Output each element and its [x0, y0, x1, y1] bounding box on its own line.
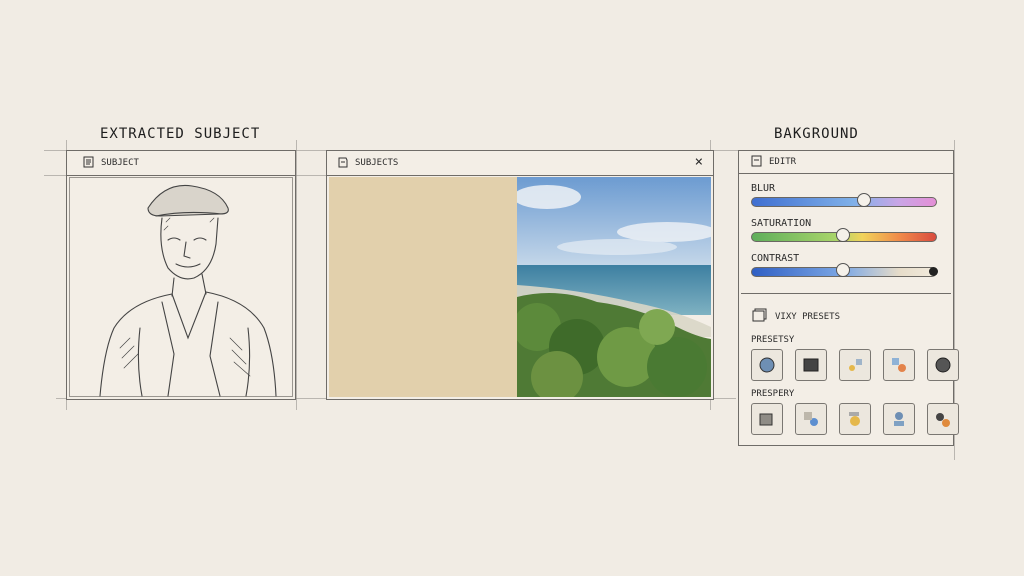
blur-slider-knob[interactable] [857, 193, 871, 207]
preset-tile[interactable] [927, 349, 959, 381]
editor-header: EDITR [739, 151, 953, 174]
preset-tile[interactable] [839, 403, 871, 435]
preset-row-1 [751, 349, 959, 381]
preview-tab-label: SUBJECTS [355, 158, 399, 168]
preset-tile[interactable] [883, 349, 915, 381]
preset-tile[interactable] [751, 349, 783, 381]
document-icon [337, 156, 349, 171]
preset-tile[interactable] [927, 403, 959, 435]
background-photo [517, 177, 711, 397]
contrast-end-dot [929, 267, 938, 276]
preview-tab[interactable]: SUBJECTS × [327, 151, 713, 176]
preset-tile[interactable] [795, 349, 827, 381]
contrast-slider-knob[interactable] [836, 263, 850, 277]
preset-group-1-label: PRESETSY [751, 335, 795, 345]
background-panel: EDITR BLUR SATURATION CONTRAST VIXY PRES… [738, 150, 959, 446]
saturation-slider-knob[interactable] [836, 228, 850, 242]
editor-header-label: EDITR [769, 157, 797, 167]
contrast-label: CONTRAST [751, 253, 800, 264]
document-icon [83, 156, 95, 171]
saturation-label: SATURATION [751, 218, 812, 229]
preset-tile[interactable] [795, 403, 827, 435]
presets-header: VIXY PRESETS [751, 307, 840, 326]
close-icon[interactable]: × [695, 154, 703, 170]
saturation-slider[interactable] [751, 228, 937, 242]
preset-row-2 [751, 403, 959, 435]
extracted-subject-title: EXTRACTED SUBJECT [100, 126, 261, 142]
preset-tile[interactable] [883, 403, 915, 435]
blur-slider[interactable] [751, 193, 937, 207]
document-icon [751, 155, 763, 170]
panel-divider [741, 293, 951, 294]
contrast-slider[interactable] [751, 263, 938, 277]
sketch-portrait [69, 177, 293, 397]
background-title: BAKGROUND [774, 126, 859, 142]
preset-tile[interactable] [751, 403, 783, 435]
preset-group-2-label: PRESPERY [751, 389, 795, 399]
subject-panel: SUBJECT [66, 150, 296, 400]
preset-tile[interactable] [839, 349, 871, 381]
stack-icon [751, 307, 767, 326]
subject-tab-label: SUBJECT [101, 158, 139, 168]
subject-placeholder [329, 177, 517, 397]
presets-header-label: VIXY PRESETS [775, 311, 841, 322]
blur-label: BLUR [751, 183, 776, 194]
preview-panel: SUBJECTS × [326, 150, 714, 400]
subject-tab[interactable]: SUBJECT [67, 151, 295, 176]
